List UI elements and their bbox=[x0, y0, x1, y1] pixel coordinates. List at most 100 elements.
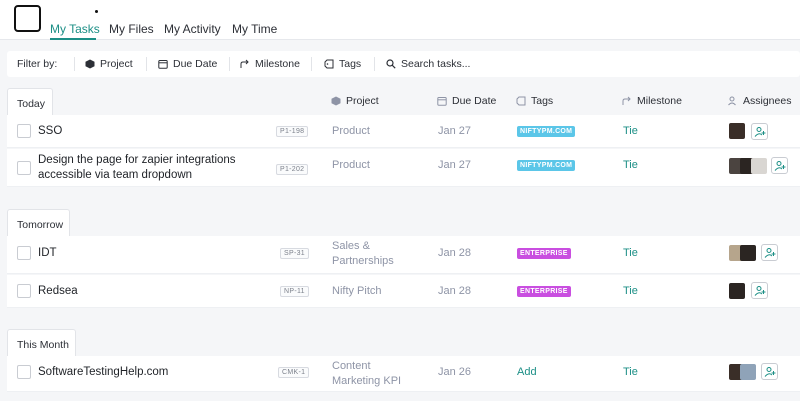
task-project[interactable]: Nifty Pitch bbox=[332, 284, 382, 299]
calendar-icon bbox=[437, 97, 447, 106]
task-milestone[interactable]: Tie bbox=[623, 285, 638, 297]
task-id-badge: P1-198 bbox=[276, 126, 309, 137]
group-label-this-month[interactable]: This Month bbox=[7, 329, 76, 356]
top-navigation: My Tasks My Files My Activity My Time bbox=[0, 0, 800, 40]
tab-my-time[interactable]: My Time bbox=[232, 22, 277, 36]
active-tab-indicator bbox=[50, 38, 96, 40]
task-title[interactable]: Design the page for zapier integrations … bbox=[38, 153, 278, 183]
divider bbox=[229, 57, 230, 71]
table-row[interactable]: SoftwareTestingHelp.com CMK-1 Content Ma… bbox=[7, 356, 800, 392]
avatar[interactable] bbox=[729, 123, 745, 139]
avatar[interactable] bbox=[751, 158, 767, 174]
column-header-assignees[interactable]: Assignees bbox=[728, 95, 791, 107]
tag-icon bbox=[516, 96, 526, 106]
add-assignee-button[interactable] bbox=[751, 282, 768, 299]
people-icon bbox=[728, 96, 736, 106]
search-input[interactable] bbox=[401, 58, 521, 70]
column-header-project[interactable]: Project bbox=[331, 95, 379, 107]
table-row[interactable]: SSO P1-198 Product Jan 27 NIFTYPM.COM Ti… bbox=[7, 115, 800, 148]
filter-label: Filter by: bbox=[17, 58, 58, 70]
add-assignee-button[interactable] bbox=[761, 363, 778, 380]
add-assignee-button[interactable] bbox=[761, 244, 778, 261]
task-project[interactable]: Product bbox=[332, 124, 370, 139]
column-header-tags-label: Tags bbox=[531, 95, 554, 107]
tab-my-files[interactable]: My Files bbox=[109, 22, 154, 36]
filter-due-date-button[interactable]: Due Date bbox=[158, 58, 217, 70]
avatar[interactable] bbox=[729, 283, 745, 299]
filter-milestone-button[interactable]: Milestone bbox=[240, 58, 300, 70]
avatar[interactable] bbox=[740, 245, 756, 261]
add-user-icon bbox=[764, 248, 776, 258]
milestone-arrow-icon bbox=[622, 96, 631, 105]
table-row[interactable]: Redsea NP-11 Nifty Pitch Jan 28 ENTERPRI… bbox=[7, 275, 800, 308]
search-icon bbox=[386, 59, 396, 69]
task-tag[interactable]: ENTERPRISE bbox=[517, 286, 571, 297]
add-user-icon bbox=[754, 127, 766, 137]
divider bbox=[374, 57, 375, 71]
calendar-icon bbox=[158, 60, 168, 69]
task-due-date[interactable]: Jan 28 bbox=[438, 285, 471, 297]
filter-project-label: Project bbox=[100, 58, 133, 70]
column-header-milestone-label: Milestone bbox=[637, 95, 682, 107]
logo-dot bbox=[95, 10, 98, 13]
filter-due-date-label: Due Date bbox=[173, 58, 218, 70]
tab-my-tasks[interactable]: My Tasks bbox=[50, 22, 100, 36]
column-header-due-date[interactable]: Due Date bbox=[437, 95, 496, 107]
task-tag[interactable]: ENTERPRISE bbox=[517, 248, 571, 259]
task-checkbox[interactable] bbox=[17, 365, 31, 379]
task-project[interactable]: Sales & Partnerships bbox=[332, 239, 412, 269]
task-due-date[interactable]: Jan 27 bbox=[438, 125, 471, 137]
filter-bar: Filter by: Project Due Date Milestone Ta… bbox=[7, 51, 800, 77]
divider bbox=[146, 57, 147, 71]
task-milestone[interactable]: Tie bbox=[623, 366, 638, 378]
filter-tags-button[interactable]: Tags bbox=[324, 58, 361, 70]
tab-my-activity[interactable]: My Activity bbox=[164, 22, 221, 36]
app-logo[interactable] bbox=[14, 5, 41, 32]
group-label-today[interactable]: Today bbox=[7, 88, 53, 115]
filter-tags-label: Tags bbox=[339, 58, 362, 70]
task-checkbox[interactable] bbox=[17, 246, 31, 260]
task-title[interactable]: SoftwareTestingHelp.com bbox=[38, 365, 168, 380]
add-assignee-button[interactable] bbox=[771, 157, 788, 174]
task-project[interactable]: Product bbox=[332, 158, 370, 173]
search-box[interactable] bbox=[386, 58, 521, 70]
column-header-due-date-label: Due Date bbox=[452, 95, 497, 107]
divider bbox=[311, 57, 312, 71]
task-id-badge: NP-11 bbox=[280, 286, 309, 297]
avatar[interactable] bbox=[740, 364, 756, 380]
column-header-assignees-label: Assignees bbox=[743, 95, 792, 107]
task-title[interactable]: SSO bbox=[38, 124, 62, 139]
column-header-tags[interactable]: Tags bbox=[516, 95, 553, 107]
divider bbox=[74, 57, 75, 71]
group-label-tomorrow[interactable]: Tomorrow bbox=[7, 209, 70, 236]
cube-icon bbox=[331, 96, 341, 106]
task-id-badge: CMK-1 bbox=[278, 367, 310, 378]
milestone-arrow-icon bbox=[240, 59, 249, 68]
add-tag-button[interactable]: Add bbox=[517, 366, 537, 378]
task-milestone[interactable]: Tie bbox=[623, 159, 638, 171]
task-project[interactable]: Content Marketing KPI bbox=[332, 359, 412, 389]
column-header-project-label: Project bbox=[346, 95, 379, 107]
task-id-badge: SP-31 bbox=[280, 248, 309, 259]
task-title[interactable]: Redsea bbox=[38, 284, 78, 299]
task-milestone[interactable]: Tie bbox=[623, 125, 638, 137]
filter-project-button[interactable]: Project bbox=[85, 58, 133, 70]
task-tag[interactable]: NIFTYPM.COM bbox=[517, 126, 576, 137]
task-due-date[interactable]: Jan 26 bbox=[438, 366, 471, 378]
task-checkbox[interactable] bbox=[17, 161, 31, 175]
add-user-icon bbox=[764, 367, 776, 377]
task-milestone[interactable]: Tie bbox=[623, 247, 638, 259]
task-due-date[interactable]: Jan 28 bbox=[438, 247, 471, 259]
task-tag[interactable]: NIFTYPM.COM bbox=[517, 160, 576, 171]
task-title[interactable]: IDT bbox=[38, 246, 57, 261]
column-header-milestone[interactable]: Milestone bbox=[622, 95, 682, 107]
filter-milestone-label: Milestone bbox=[255, 58, 300, 70]
table-row[interactable]: IDT SP-31 Sales & Partnerships Jan 28 EN… bbox=[7, 236, 800, 274]
table-row[interactable]: Design the page for zapier integrations … bbox=[7, 149, 800, 187]
task-due-date[interactable]: Jan 27 bbox=[438, 159, 471, 171]
add-assignee-button[interactable] bbox=[751, 123, 768, 140]
cube-icon bbox=[85, 59, 95, 69]
add-user-icon bbox=[754, 286, 766, 296]
task-checkbox[interactable] bbox=[17, 284, 31, 298]
task-checkbox[interactable] bbox=[17, 124, 31, 138]
